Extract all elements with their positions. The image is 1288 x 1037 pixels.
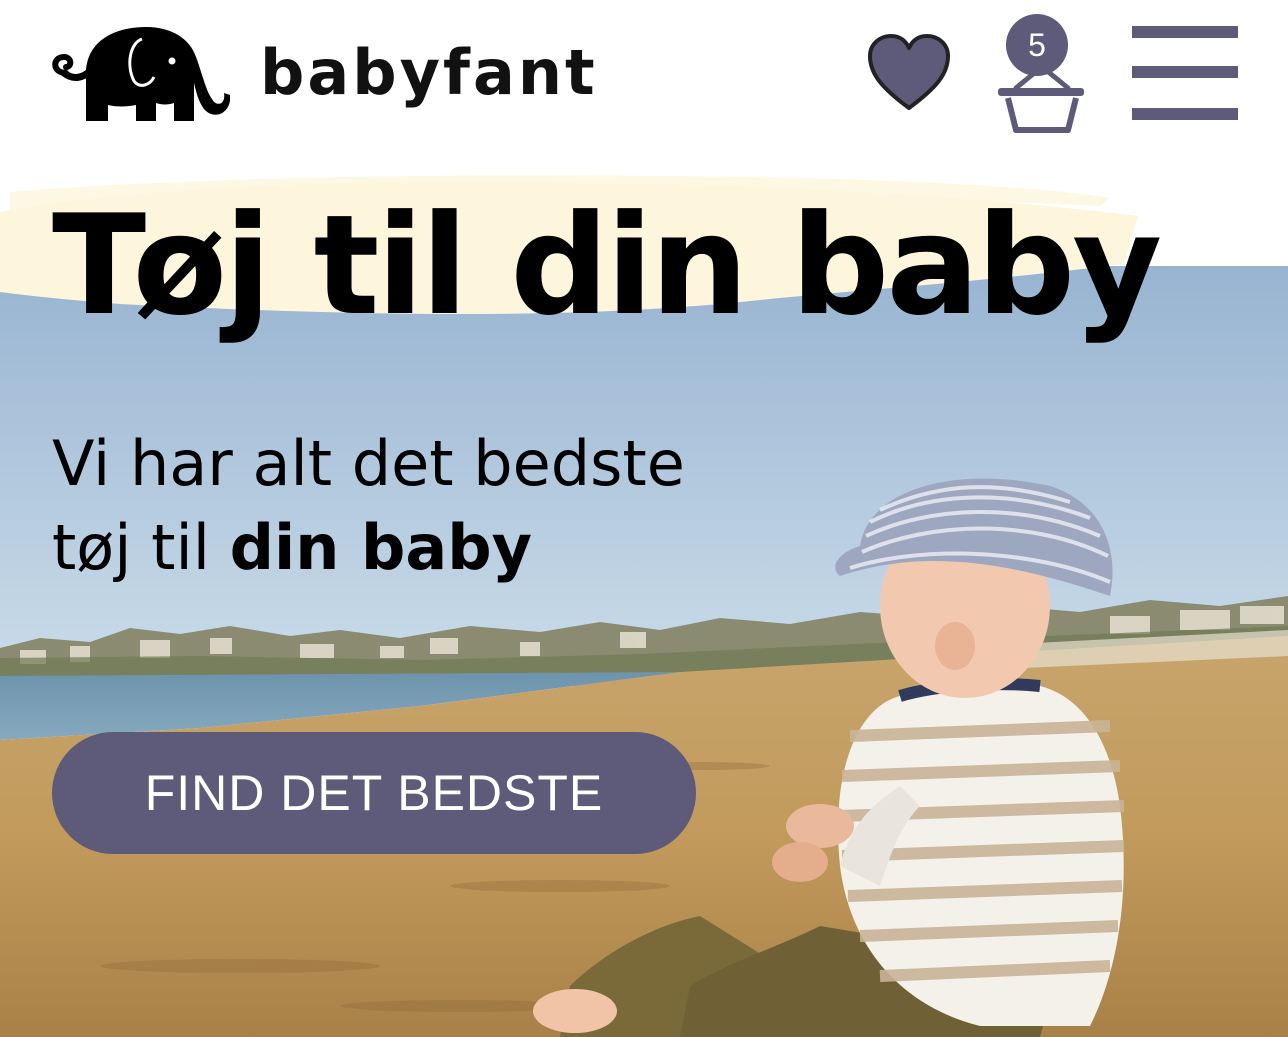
basket-count-badge: 5	[1006, 14, 1068, 76]
heart-icon	[868, 34, 950, 110]
find-best-button[interactable]: FIND DET BEDSTE	[52, 732, 696, 854]
elephant-logo-icon	[52, 27, 230, 121]
hero-subtitle-line2-regular: tøj til	[52, 511, 230, 584]
hamburger-menu-icon	[1132, 26, 1238, 38]
hero-subtitle: Vi har alt det bedste tøj til din baby	[52, 422, 812, 590]
hero-subtitle-line1: Vi har alt det bedste	[52, 427, 685, 500]
hero-image	[0, 266, 1288, 1037]
basket-button[interactable]: 5	[996, 12, 1088, 136]
wishlist-button[interactable]	[866, 32, 952, 112]
hero-title: Tøj til din baby	[52, 185, 1162, 346]
hamburger-menu-button[interactable]	[1132, 22, 1238, 122]
logo-link[interactable]: babyfant	[50, 18, 598, 128]
hero-subtitle-line2-bold: din baby	[229, 511, 533, 584]
site-header: babyfant 5	[0, 0, 1288, 168]
brand-name: babyfant	[260, 36, 598, 109]
